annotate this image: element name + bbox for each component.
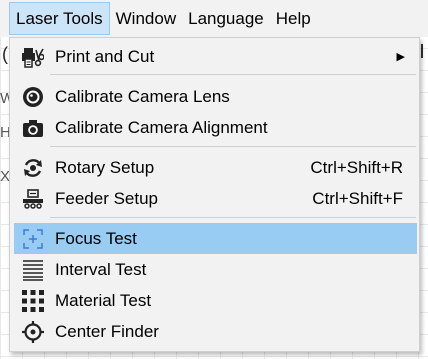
- menu-item-label: Focus Test: [55, 229, 137, 248]
- menu-item-shortcut: Ctrl+Shift+R: [310, 158, 403, 177]
- menu-item-interval-test[interactable]: Interval Test: [14, 254, 417, 285]
- grid-icon: [22, 290, 44, 312]
- menu-item-print-and-cut[interactable]: Print and Cut ▶: [14, 41, 417, 72]
- menu-separator: [50, 74, 416, 75]
- focus-icon: [22, 228, 44, 250]
- menu-item-feeder-setup[interactable]: Feeder Setup Ctrl+Shift+F: [14, 183, 417, 214]
- menu-separator: [50, 217, 416, 218]
- menu-item-label: Center Finder: [55, 322, 159, 341]
- menu-item-label: Calibrate Camera Alignment: [55, 118, 268, 137]
- menu-language[interactable]: Language: [182, 2, 270, 35]
- menu-item-rotary-setup[interactable]: Rotary Setup Ctrl+Shift+R: [14, 152, 417, 183]
- laser-tools-dropdown: Print and Cut ▶ Calibrate Camera Lens Ca…: [9, 37, 420, 352]
- menu-item-calibrate-camera-lens[interactable]: Calibrate Camera Lens: [14, 81, 417, 112]
- menu-help[interactable]: Help: [270, 2, 317, 35]
- rotary-icon: [22, 157, 44, 179]
- bg-fragment-1: (: [2, 44, 8, 64]
- menu-item-focus-test[interactable]: Focus Test: [14, 223, 417, 254]
- menu-item-center-finder[interactable]: Center Finder: [14, 316, 417, 347]
- menu-item-material-test[interactable]: Material Test: [14, 285, 417, 316]
- menu-item-label: Material Test: [55, 291, 152, 310]
- menu-window[interactable]: Window: [110, 2, 182, 35]
- menu-item-label: Calibrate Camera Lens: [55, 87, 230, 106]
- menu-item-label: Rotary Setup: [55, 158, 155, 177]
- menu-item-label: Print and Cut: [55, 47, 155, 66]
- menubar: Laser Tools Window Language Help: [0, 0, 428, 37]
- menu-item-calibrate-camera-alignment[interactable]: Calibrate Camera Alignment: [14, 112, 417, 143]
- menu-laser-tools[interactable]: Laser Tools: [9, 2, 110, 35]
- submenu-arrow-icon: ▶: [396, 51, 405, 63]
- interval-lines-icon: [22, 259, 44, 281]
- bg-right-glyph: [421, 44, 428, 58]
- crosshair-icon: [22, 321, 44, 343]
- camera-lens-icon: [22, 86, 44, 108]
- menu-item-label: Interval Test: [55, 260, 147, 279]
- menu-item-shortcut: Ctrl+Shift+F: [312, 189, 403, 208]
- feeder-icon: [22, 188, 44, 210]
- camera-icon: [22, 117, 44, 139]
- menu-item-label: Feeder Setup: [55, 189, 159, 208]
- menu-separator: [50, 146, 416, 147]
- print-cut-icon: [22, 46, 44, 68]
